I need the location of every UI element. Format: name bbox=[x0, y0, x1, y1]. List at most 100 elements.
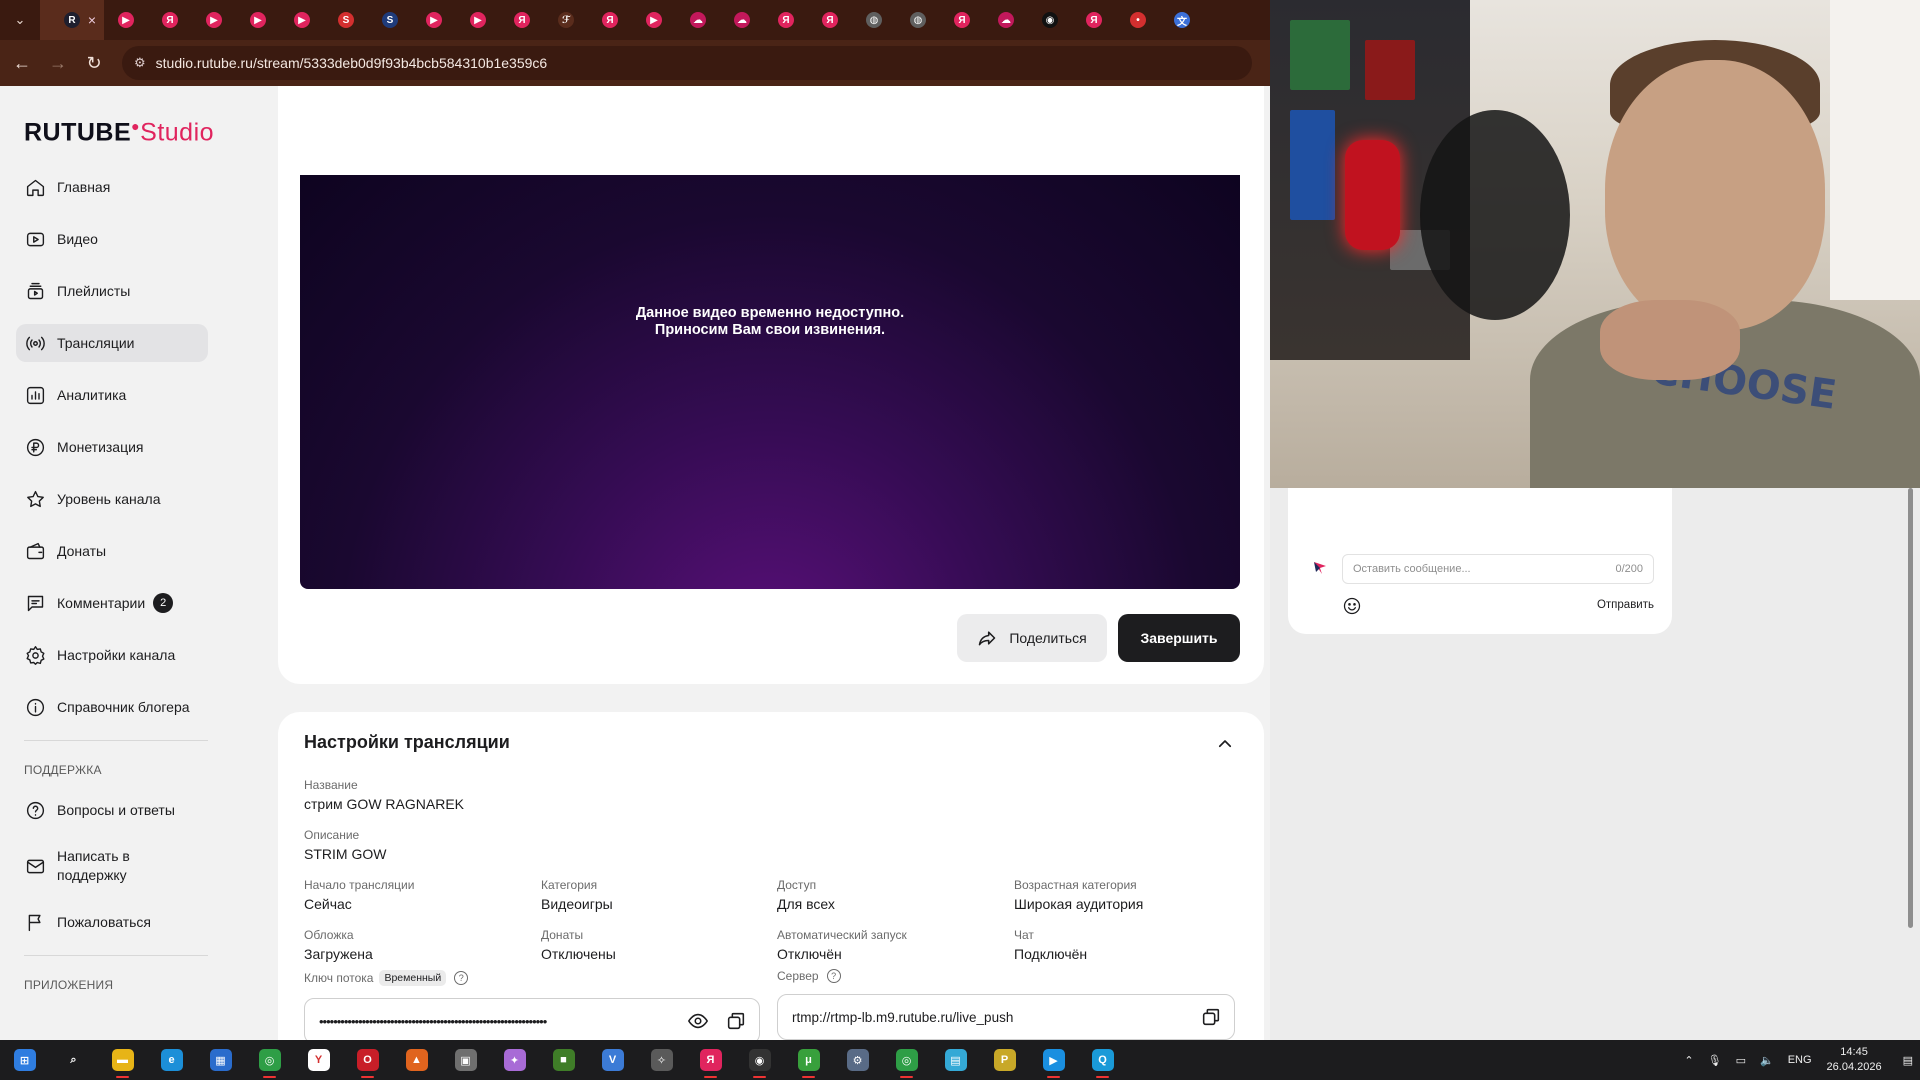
sidebar-support-flag[interactable]: Пожаловаться bbox=[16, 903, 208, 941]
sidebar-support-mail[interactable]: Написать в поддержку bbox=[16, 843, 208, 889]
browser-tab[interactable]: Я bbox=[500, 0, 544, 40]
windows-start-icon[interactable]: ⊞ bbox=[0, 1040, 49, 1080]
obs-icon[interactable]: ◉ bbox=[735, 1040, 784, 1080]
server-field[interactable]: rtmp://rtmp-lb.m9.rutube.ru/live_push bbox=[777, 994, 1235, 1040]
forward-icon[interactable]: → bbox=[44, 49, 72, 77]
browser-tab[interactable]: ☁ bbox=[676, 0, 720, 40]
star-app-icon[interactable]: ✧ bbox=[637, 1040, 686, 1080]
browser-tab[interactable]: S bbox=[324, 0, 368, 40]
fox-app-icon[interactable]: ▲ bbox=[392, 1040, 441, 1080]
tanks-app-icon[interactable]: ▣ bbox=[441, 1040, 490, 1080]
browser-tab[interactable]: ◉ bbox=[1028, 0, 1072, 40]
browser-tab[interactable]: ▶ bbox=[632, 0, 676, 40]
browser-tab[interactable]: ◍ bbox=[852, 0, 896, 40]
sidebar-item-playlist[interactable]: Плейлисты bbox=[16, 272, 208, 310]
browser-tab[interactable]: ℱ bbox=[544, 0, 588, 40]
help-icon[interactable]: ? bbox=[454, 971, 469, 985]
browser-tab[interactable]: R × bbox=[40, 0, 104, 40]
browser-tab[interactable]: ▶ bbox=[192, 0, 236, 40]
media-player-icon[interactable]: ▶ bbox=[1029, 1040, 1078, 1080]
network-icon[interactable]: ▭ bbox=[1736, 1054, 1746, 1067]
volume-icon[interactable]: 🔈 bbox=[1760, 1054, 1774, 1067]
opera-icon[interactable]: O bbox=[343, 1040, 392, 1080]
minecraft-icon[interactable]: ■ bbox=[539, 1040, 588, 1080]
utorrent-icon[interactable]: μ bbox=[784, 1040, 833, 1080]
browser-tab[interactable]: ▶ bbox=[456, 0, 500, 40]
browser-tab[interactable]: Я bbox=[940, 0, 984, 40]
sidebar-item-video[interactable]: Видео bbox=[16, 220, 208, 258]
server-value: rtmp://rtmp-lb.m9.rutube.ru/live_push bbox=[792, 1009, 1014, 1025]
notepad-icon[interactable]: ▤ bbox=[931, 1040, 980, 1080]
browser-tab[interactable]: Я bbox=[764, 0, 808, 40]
clock[interactable]: 14:45 26.04.2026 bbox=[1827, 1045, 1882, 1075]
browser-tab[interactable]: ☁ bbox=[984, 0, 1028, 40]
end-stream-button[interactable]: Завершить bbox=[1118, 614, 1240, 662]
language-indicator[interactable]: ENG bbox=[1788, 1054, 1812, 1066]
reload-icon[interactable]: ↻ bbox=[80, 49, 108, 77]
site-settings-icon[interactable]: ⚙ bbox=[134, 55, 146, 71]
sidebar-item-info[interactable]: Справочник блогера bbox=[16, 688, 208, 726]
browser-tab[interactable]: ▶ bbox=[280, 0, 324, 40]
browser-tab[interactable]: 文 bbox=[1160, 0, 1204, 40]
emoji-icon[interactable] bbox=[1342, 596, 1362, 616]
yandex-browser-icon[interactable]: Y bbox=[294, 1040, 343, 1080]
sidebar-item-star[interactable]: Уровень канала bbox=[16, 480, 208, 518]
temporary-key-tag: Временный bbox=[379, 970, 447, 986]
steam-settings-icon[interactable]: ⚙ bbox=[833, 1040, 882, 1080]
scrollbar-thumb[interactable] bbox=[1908, 488, 1913, 928]
page-scrollbar[interactable] bbox=[1906, 488, 1914, 928]
microphone-icon[interactable]: 🎙 bbox=[1708, 1054, 1722, 1067]
eye-icon[interactable] bbox=[683, 1006, 713, 1036]
pcoin-icon[interactable]: P bbox=[980, 1040, 1029, 1080]
sidebar-support-question[interactable]: Вопросы и ответы bbox=[16, 791, 208, 829]
back-icon[interactable]: ← bbox=[8, 49, 36, 77]
rutube-studio-logo[interactable]: RUTUBE●Studio bbox=[24, 118, 214, 147]
browser-tab[interactable]: ◍ bbox=[896, 0, 940, 40]
stream-settings-card: Настройки трансляции Название стрим GOW … bbox=[278, 712, 1264, 1040]
browser-tab[interactable]: Я bbox=[1072, 0, 1116, 40]
copy-icon[interactable] bbox=[721, 1006, 751, 1036]
video-player[interactable]: Данное видео временно недоступно. Принос… bbox=[300, 175, 1240, 589]
server-header: Сервер ? bbox=[777, 969, 841, 983]
sidebar-item-ruble[interactable]: Монетизация bbox=[16, 428, 208, 466]
browser-tab[interactable]: ☁ bbox=[720, 0, 764, 40]
browser-tab[interactable]: ▶ bbox=[412, 0, 456, 40]
browser-tab[interactable]: S bbox=[368, 0, 412, 40]
chrome-icon[interactable]: ◎ bbox=[245, 1040, 294, 1080]
browser-tab[interactable]: Я bbox=[148, 0, 192, 40]
sidebar-item-gear[interactable]: Настройки канала bbox=[16, 636, 208, 674]
help-icon[interactable]: ? bbox=[826, 969, 841, 983]
sidebar-item-wallet[interactable]: Донаты bbox=[16, 532, 208, 570]
yandex-icon[interactable]: Я bbox=[686, 1040, 735, 1080]
chat-send-button[interactable]: Отправить bbox=[1597, 599, 1654, 611]
notification-icon[interactable]: ▤ bbox=[1903, 1054, 1913, 1067]
sidebar-item-broadcast[interactable]: Трансляции bbox=[16, 324, 208, 362]
sidebar-item-comment[interactable]: Комментарии 2 bbox=[16, 584, 208, 622]
chevron-up-icon[interactable] bbox=[1213, 732, 1237, 756]
game-app-icon[interactable]: ✦ bbox=[490, 1040, 539, 1080]
browser-tab[interactable]: Я bbox=[588, 0, 632, 40]
chat-message-input[interactable]: Оставить сообщение... 0/200 bbox=[1342, 554, 1654, 584]
cloud-favicon: ☁ bbox=[690, 12, 706, 28]
browser-tab[interactable]: ▶ bbox=[104, 0, 148, 40]
file-explorer-icon[interactable]: ▬ bbox=[98, 1040, 147, 1080]
search-icon[interactable]: ⌕ bbox=[49, 1040, 98, 1080]
browser-tab[interactable]: ▶ bbox=[236, 0, 280, 40]
share-button[interactable]: Поделиться bbox=[957, 614, 1107, 662]
address-bar[interactable]: ⚙ studio.rutube.ru/stream/5333deb0d9f93b… bbox=[122, 46, 1252, 80]
tab-search-icon[interactable]: ⌄ bbox=[0, 0, 40, 40]
vpn-icon[interactable]: V bbox=[588, 1040, 637, 1080]
sidebar-item-analytics[interactable]: Аналитика bbox=[16, 376, 208, 414]
edge-icon[interactable]: e bbox=[147, 1040, 196, 1080]
qbit-icon[interactable]: Q bbox=[1078, 1040, 1127, 1080]
copy-icon[interactable] bbox=[1196, 1002, 1226, 1032]
browser-tab[interactable]: Я bbox=[808, 0, 852, 40]
chrome-alt-icon[interactable]: ◎ bbox=[882, 1040, 931, 1080]
sidebar-item-home[interactable]: Главная bbox=[16, 168, 208, 206]
close-tab-icon[interactable]: × bbox=[88, 12, 96, 28]
chevron-up-icon[interactable]: ⌃ bbox=[1684, 1054, 1693, 1067]
store-icon[interactable]: ▦ bbox=[196, 1040, 245, 1080]
browser-tab[interactable]: • bbox=[1116, 0, 1160, 40]
stream-key-field[interactable]: ••••••••••••••••••••••••••••••••••••••••… bbox=[304, 998, 760, 1040]
pcoin-icon-glyph: P bbox=[993, 1049, 1016, 1071]
